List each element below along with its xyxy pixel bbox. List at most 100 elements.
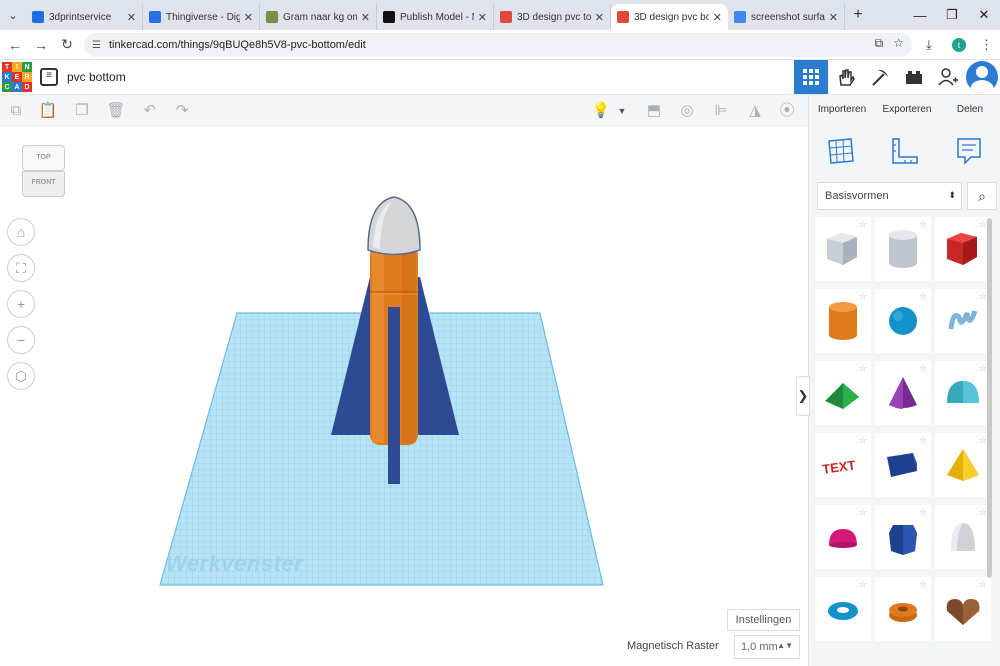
url-text: tinkercad.com/things/9qBUQe8h5V8-pvc-bot… (108, 39, 366, 51)
browser-tab[interactable]: 3D design pvc bot ✕ (611, 4, 728, 30)
delete-icon[interactable]: 🗑 (106, 101, 126, 121)
tab-close-icon[interactable]: ✕ (478, 11, 487, 24)
cone-icon (889, 377, 917, 409)
mirror-icon[interactable]: ◮ (745, 101, 765, 121)
tab-search-button[interactable]: ⌄ (0, 0, 26, 30)
search-icon[interactable]: ⌕ (967, 182, 997, 210)
ruler-tool-icon[interactable] (889, 135, 921, 167)
align-icon[interactable]: ⊫ (711, 101, 731, 121)
perspective-icon[interactable]: ⬡ (7, 362, 35, 390)
tab-label: 3D design pvc bot (634, 11, 709, 23)
forward-icon[interactable]: → (28, 37, 54, 53)
edit-toolbar: ⧉ 📋 ❐ 🗑 ↶ ↷ 💡 ▼ ⬒ ◎ ⊫ ◮ ⦿ (0, 95, 808, 127)
shape-roof[interactable]: ☆ (815, 361, 871, 425)
fit-view-icon[interactable]: ⛶ (7, 254, 35, 282)
snap-grid-select[interactable]: 1,0 mm ▲▼ (734, 635, 800, 659)
bookmark-star-icon[interactable]: ☆ (893, 36, 904, 51)
shape-pyramid[interactable]: ☆ (935, 433, 991, 497)
shape-box-striped[interactable]: ☆ (815, 217, 871, 281)
logo-letter: C (2, 82, 12, 92)
shape-library-select[interactable]: Basisvormen ⬍ (817, 182, 962, 210)
add-user-button[interactable] (931, 60, 965, 94)
panel-scrollbar[interactable] (987, 218, 992, 578)
browser-tab[interactable]: 3dprintservice ✕ (26, 4, 143, 30)
3d-scene[interactable] (0, 127, 808, 666)
workplane-tool-icon[interactable] (825, 135, 857, 167)
cruise-icon[interactable]: ⦿ (777, 101, 797, 121)
back-icon[interactable]: ← (2, 37, 28, 53)
duplicate-icon[interactable]: ❐ (72, 101, 92, 121)
design-list-icon[interactable]: ≡ (40, 68, 58, 86)
new-tab-button[interactable]: + (845, 6, 871, 24)
shape-wedge[interactable]: ☆ (875, 433, 931, 497)
browser-tab[interactable]: Gram naar kg omr ✕ (260, 4, 377, 30)
shape-tube[interactable]: ☆ (875, 577, 931, 641)
share-button[interactable]: Delen (939, 95, 1000, 123)
tab-favicon-icon (32, 11, 44, 23)
tinkercad-logo[interactable]: TINKERCAD (2, 62, 32, 92)
note-icon[interactable]: ⬒ (644, 101, 664, 121)
shape-polygon[interactable]: ☆ (875, 505, 931, 569)
collapse-panel-button[interactable]: ❯ (796, 376, 810, 416)
logo-letter: E (12, 72, 22, 82)
export-button[interactable]: Exporteren (875, 95, 939, 123)
shape-half-sphere[interactable]: ☆ (815, 505, 871, 569)
url-field[interactable]: ☰ tinkercad.com/things/9qBUQe8h5V8-pvc-b… (84, 33, 912, 57)
tab-close-icon[interactable]: ✕ (244, 11, 253, 24)
install-app-icon[interactable]: ⧉ (875, 36, 884, 51)
site-info-icon[interactable]: ☰ (92, 40, 101, 51)
browser-tab[interactable]: Publish Model - M ✕ (377, 4, 494, 30)
browser-tab[interactable]: Thingiverse - Digit ✕ (143, 4, 260, 30)
import-button[interactable]: Importeren (809, 95, 875, 123)
copy-icon[interactable]: ⧉ (6, 101, 26, 121)
bricks-button[interactable] (863, 60, 897, 94)
shape-text[interactable]: ☆ TEXT (815, 433, 871, 497)
shape-cylinder[interactable]: ☆ (815, 289, 871, 353)
settings-button[interactable]: Instellingen (727, 609, 800, 631)
undo-icon[interactable]: ↶ (140, 101, 160, 121)
shape-round-roof[interactable]: ☆ (935, 361, 991, 425)
tab-close-icon[interactable]: ✕ (361, 11, 370, 24)
home-view-icon[interactable]: ⌂ (7, 218, 35, 246)
blocks-button[interactable] (829, 60, 863, 94)
browser-tab[interactable]: 3D design pvc top ✕ (494, 4, 611, 30)
shape-paraboloid[interactable]: ☆ (935, 505, 991, 569)
reload-icon[interactable]: ↻ (54, 36, 80, 53)
fin-front[interactable] (388, 307, 400, 445)
tab-close-icon[interactable]: ✕ (595, 11, 604, 24)
shape-heart[interactable]: ☆ (935, 577, 991, 641)
zoom-out-icon[interactable]: − (7, 326, 35, 354)
tab-close-icon[interactable]: ✕ (829, 11, 838, 24)
view-cube[interactable]: TOP FRONT (20, 145, 67, 197)
tab-label: screenshot surfac (751, 11, 825, 23)
design-title[interactable]: pvc bottom (67, 70, 126, 84)
sim-lab-button[interactable] (897, 60, 931, 94)
browser-tab[interactable]: screenshot surfac ✕ (728, 4, 845, 30)
tab-close-icon[interactable]: ✕ (713, 11, 722, 24)
shape-scribble[interactable]: ☆ (935, 289, 991, 353)
workspace[interactable]: Werkvenster TOP FRONT ⌂ ⛶ + − ⬡ Instelli… (0, 127, 808, 666)
shape-sphere[interactable]: ☆ (875, 289, 931, 353)
shape-torus[interactable]: ☆ (815, 577, 871, 641)
download-icon[interactable]: ⤓ (926, 30, 932, 60)
tab-close-icon[interactable]: ✕ (127, 11, 136, 24)
paste-icon[interactable]: 📋 (38, 101, 58, 121)
shape-cone[interactable]: ☆ (875, 361, 931, 425)
redo-icon[interactable]: ↷ (172, 101, 192, 121)
notes-tool-icon[interactable] (953, 135, 985, 167)
user-avatar[interactable] (966, 61, 998, 93)
polygon-icon (889, 525, 917, 555)
zoom-in-icon[interactable]: + (7, 290, 35, 318)
chevron-down-icon[interactable]: ▼ (617, 101, 627, 121)
chevron-updown-icon: ⬍ (948, 190, 956, 200)
view-cube-top[interactable]: TOP (22, 145, 65, 171)
profile-avatar[interactable]: t (952, 38, 966, 52)
browser-menu-icon[interactable]: ⋮ (980, 30, 993, 60)
light-bulb-icon[interactable]: 💡 (591, 101, 611, 121)
shape-box[interactable]: ☆ (935, 217, 991, 281)
group-icon[interactable]: ◎ (677, 101, 697, 121)
close-window-button[interactable]: ✕ (964, 0, 1000, 30)
shape-cylinder-striped[interactable]: ☆ (875, 217, 931, 281)
view-cube-front[interactable]: FRONT (22, 171, 65, 197)
3d-view-button[interactable] (794, 60, 828, 94)
